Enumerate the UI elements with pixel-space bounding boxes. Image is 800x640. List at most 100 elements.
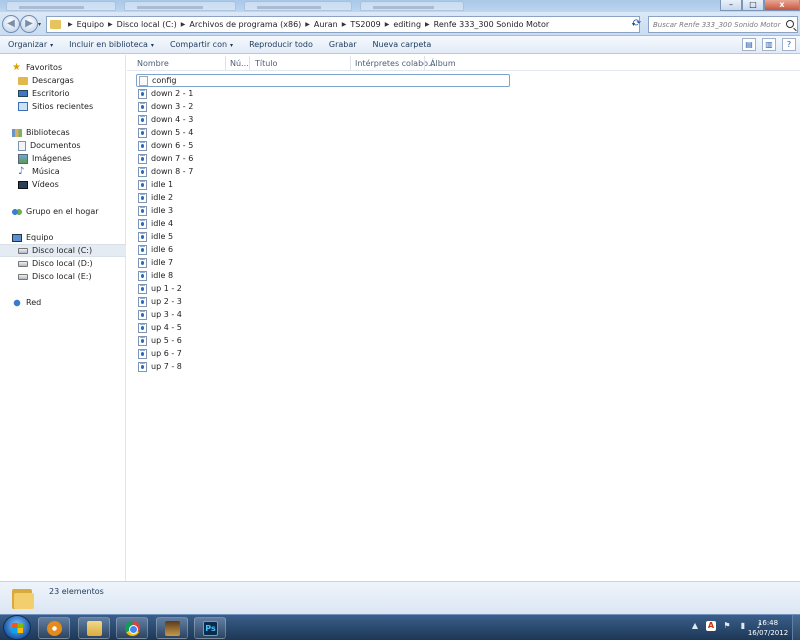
file-name: down 3 - 2 xyxy=(151,102,194,111)
taskbar-chrome[interactable] xyxy=(116,617,148,639)
acrobat-icon[interactable]: A xyxy=(706,621,716,631)
background-tab[interactable] xyxy=(360,1,464,11)
file-row[interactable]: idle 5 xyxy=(136,230,510,243)
column-divider[interactable] xyxy=(350,56,351,70)
file-row[interactable]: down 2 - 1 xyxy=(136,87,510,100)
sidebar-item-favoritos[interactable]: ★ Favoritos xyxy=(0,61,126,74)
back-button[interactable]: ◀ xyxy=(2,15,20,33)
column-divider[interactable] xyxy=(424,56,425,70)
action-center-flag-icon[interactable]: ⚑ xyxy=(722,621,732,631)
file-row[interactable]: idle 3 xyxy=(136,204,510,217)
show-desktop-button[interactable] xyxy=(792,615,800,640)
search-input[interactable]: Buscar Renfe 333_300 Sonido Motor xyxy=(648,16,798,33)
sidebar-item-disco-local-d[interactable]: Disco local (D:) xyxy=(0,257,126,270)
breadcrumb-separator-icon[interactable]: ▶ xyxy=(181,21,186,28)
column-header-name[interactable]: Nombre xyxy=(137,59,169,68)
column-divider[interactable] xyxy=(249,56,250,70)
file-row[interactable]: up 5 - 6 xyxy=(136,334,510,347)
file-row[interactable]: up 2 - 3 xyxy=(136,295,510,308)
breadcrumb-separator-icon[interactable]: ▶ xyxy=(385,21,390,28)
file-row[interactable]: down 4 - 3 xyxy=(136,113,510,126)
sidebar-label: Disco local (D:) xyxy=(32,259,93,268)
file-row[interactable]: idle 2 xyxy=(136,191,510,204)
file-row[interactable]: up 7 - 8 xyxy=(136,360,510,373)
sidebar-item-escritorio[interactable]: Escritorio xyxy=(0,87,126,100)
sidebar-item-documentos[interactable]: Documentos xyxy=(0,139,126,152)
background-tab[interactable] xyxy=(6,1,116,11)
change-view-icon[interactable]: ▤ xyxy=(742,38,756,51)
play-all-button[interactable]: Reproducir todo xyxy=(241,40,321,49)
address-bar[interactable]: ▶ Equipo ▶ Disco local (C:) ▶ Archivos d… xyxy=(46,16,640,33)
background-tab[interactable] xyxy=(124,1,236,11)
breadcrumb-editing[interactable]: editing xyxy=(393,20,421,29)
column-headers: Nombre Nú... Título Intérpretes colabo..… xyxy=(127,55,800,71)
breadcrumb-ts2009[interactable]: TS2009 xyxy=(350,20,380,29)
breadcrumb-current-folder[interactable]: Renfe 333_300 Sonido Motor xyxy=(434,20,549,29)
file-row[interactable]: config xyxy=(136,74,510,87)
file-row[interactable]: idle 4 xyxy=(136,217,510,230)
breadcrumb-separator-icon[interactable]: ▶ xyxy=(108,21,113,28)
organize-menu-button[interactable]: Organizar ▾ xyxy=(0,40,61,49)
sidebar-item-imagenes[interactable]: Imágenes xyxy=(0,152,126,165)
taskbar-media-player[interactable] xyxy=(38,617,70,639)
preview-pane-icon[interactable]: ▥ xyxy=(762,38,776,51)
breadcrumb-separator-icon[interactable]: ▶ xyxy=(425,21,430,28)
file-row[interactable]: idle 7 xyxy=(136,256,510,269)
file-row[interactable]: idle 6 xyxy=(136,243,510,256)
breadcrumb-auran[interactable]: Auran xyxy=(314,20,338,29)
sidebar-item-disco-local-e[interactable]: Disco local (E:) xyxy=(0,270,126,283)
clock[interactable]: 16:48 16/07/2012 xyxy=(745,618,791,638)
breadcrumb-equipo[interactable]: Equipo xyxy=(77,20,104,29)
sidebar-item-equipo[interactable]: Equipo xyxy=(0,231,126,244)
breadcrumb-separator-icon[interactable]: ▶ xyxy=(342,21,347,28)
sidebar-label: Equipo xyxy=(26,233,54,242)
recent-pages-chevron-icon[interactable]: ▾ xyxy=(38,21,41,28)
taskbar-trainz[interactable] xyxy=(156,617,188,639)
column-divider[interactable] xyxy=(225,56,226,70)
close-button[interactable]: x xyxy=(764,0,800,11)
share-with-menu-button[interactable]: Compartir con ▾ xyxy=(162,40,241,49)
sidebar-item-grupo-en-el-hogar[interactable]: Grupo en el hogar xyxy=(0,205,126,218)
sidebar-item-descargas[interactable]: Descargas xyxy=(0,74,126,87)
breadcrumb-disco-local-c[interactable]: Disco local (C:) xyxy=(117,20,177,29)
column-header-album[interactable]: Álbum xyxy=(430,59,456,68)
sidebar-item-musica[interactable]: ♪ Música xyxy=(0,165,126,178)
taskbar-photoshop[interactable]: Ps xyxy=(194,617,226,639)
search-icon[interactable] xyxy=(786,20,794,28)
forward-button[interactable]: ▶ xyxy=(20,15,38,33)
maximize-button[interactable]: □ xyxy=(742,0,764,11)
column-header-title[interactable]: Título xyxy=(255,59,277,68)
minimize-button[interactable]: – xyxy=(720,0,742,11)
show-hidden-icons-icon[interactable]: ▲ xyxy=(690,621,700,631)
file-row[interactable]: idle 1 xyxy=(136,178,510,191)
sidebar-item-bibliotecas[interactable]: Bibliotecas xyxy=(0,126,126,139)
breadcrumb-archivos-de-programa[interactable]: Archivos de programa (x86) xyxy=(189,20,301,29)
file-name: down 2 - 1 xyxy=(151,89,194,98)
burn-button[interactable]: Grabar xyxy=(321,40,365,49)
file-row[interactable]: up 4 - 5 xyxy=(136,321,510,334)
column-header-number[interactable]: Nú... xyxy=(230,59,249,68)
refresh-button[interactable]: ⟳ xyxy=(630,16,644,33)
new-folder-button[interactable]: Nueva carpeta xyxy=(365,40,440,49)
file-row[interactable]: up 6 - 7 xyxy=(136,347,510,360)
start-button[interactable] xyxy=(3,615,31,640)
breadcrumb-separator-icon[interactable]: ▶ xyxy=(305,21,310,28)
help-icon[interactable]: ? xyxy=(782,38,796,51)
file-row[interactable]: down 8 - 7 xyxy=(136,165,510,178)
file-row[interactable]: down 7 - 6 xyxy=(136,152,510,165)
file-row[interactable]: idle 8 xyxy=(136,269,510,282)
file-row[interactable]: down 6 - 5 xyxy=(136,139,510,152)
file-row[interactable]: down 5 - 4 xyxy=(136,126,510,139)
sidebar-item-sitios-recientes[interactable]: Sitios recientes xyxy=(0,100,126,113)
sidebar-item-red[interactable]: Red xyxy=(0,296,126,309)
taskbar-explorer[interactable] xyxy=(78,617,110,639)
include-in-library-menu-button[interactable]: Incluir en biblioteca ▾ xyxy=(61,40,162,49)
file-list[interactable]: Nombre Nú... Título Intérpretes colabo..… xyxy=(127,55,800,581)
sidebar-item-disco-local-c[interactable]: Disco local (C:) xyxy=(0,244,126,257)
file-row[interactable]: up 3 - 4 xyxy=(136,308,510,321)
background-tab[interactable] xyxy=(244,1,352,11)
file-row[interactable]: up 1 - 2 xyxy=(136,282,510,295)
file-row[interactable]: down 3 - 2 xyxy=(136,100,510,113)
sidebar-item-videos[interactable]: Vídeos xyxy=(0,178,126,191)
breadcrumb-separator-icon[interactable]: ▶ xyxy=(68,21,73,28)
